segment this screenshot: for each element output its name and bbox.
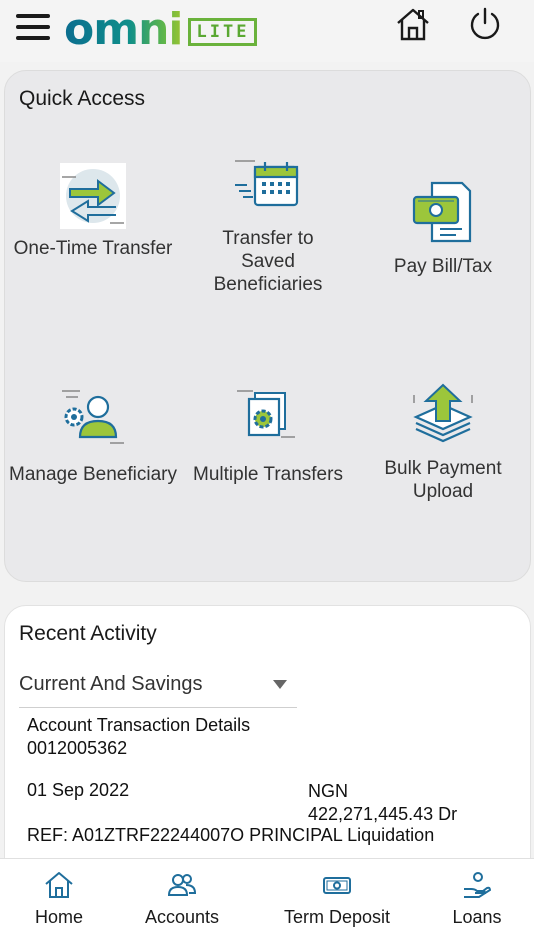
quick-access-title: Quick Access xyxy=(19,87,146,110)
dropdown-caret-icon xyxy=(273,680,287,689)
pay-bill-tile[interactable]: Pay Bill/Tax xyxy=(358,179,528,278)
one-time-transfer-tile[interactable]: One-Time Transfer xyxy=(8,161,178,260)
transaction-reference: REF: A01ZTRF22244007O PRINCIPAL Liquidat… xyxy=(27,825,435,845)
user-gear-icon xyxy=(62,390,124,444)
nav-home[interactable]: Home xyxy=(30,869,88,928)
quick-access-label: Bulk Payment Upload xyxy=(384,458,502,502)
bulk-payment-upload-tile[interactable]: Bulk Payment Upload xyxy=(358,381,528,503)
brand-logo: omni LITE xyxy=(64,2,258,58)
home-icon xyxy=(45,872,73,898)
manage-beneficiary-tile[interactable]: Manage Beneficiary xyxy=(8,387,178,486)
document-gear-icon xyxy=(237,390,295,438)
nav-label: Term Deposit xyxy=(283,907,391,927)
transaction-amount: NGN 422,271,445.43 Dr xyxy=(308,780,457,826)
account-number: 0012005362 xyxy=(27,738,128,758)
brand-badge: LITE xyxy=(188,18,258,46)
quick-access-label: Pay Bill/Tax xyxy=(393,256,493,277)
transfer-arrows-icon xyxy=(60,163,126,229)
quick-access-label: Multiple Transfers xyxy=(193,464,343,485)
term-deposit-icon xyxy=(323,877,351,894)
quick-access-label: Manage Beneficiary xyxy=(9,464,177,485)
nav-term-deposit[interactable]: Term Deposit xyxy=(276,869,398,928)
transaction-currency: NGN xyxy=(308,781,348,801)
transaction-date: 01 Sep 2022 xyxy=(27,780,130,800)
loans-icon xyxy=(464,872,492,898)
accounts-icon xyxy=(167,874,197,896)
quick-access-card: Quick Access One-Time Transfer Transfer … xyxy=(4,70,531,582)
nav-label: Loans xyxy=(452,907,502,927)
recent-activity-card: Recent Activity Current And Savings Acco… xyxy=(4,605,531,875)
nav-label: Accounts xyxy=(144,907,220,927)
bill-icon xyxy=(412,181,472,243)
bottom-navigation: Home Accounts Term Deposit Loans xyxy=(0,858,534,950)
app-header: omni LITE xyxy=(0,0,534,62)
brand-name: omni xyxy=(64,4,183,55)
calendar-transfer-icon xyxy=(235,160,299,207)
account-type-select[interactable]: Current And Savings xyxy=(19,662,297,708)
recent-activity-title: Recent Activity xyxy=(19,622,157,645)
quick-access-label: Transfer to Saved Beneficiaries xyxy=(213,228,323,295)
nav-accounts[interactable]: Accounts xyxy=(138,869,226,928)
home-icon[interactable] xyxy=(395,6,431,42)
account-type-value: Current And Savings xyxy=(19,673,203,695)
nav-label: Home xyxy=(34,907,83,927)
quick-access-label: One-Time Transfer xyxy=(13,238,173,259)
nav-loans[interactable]: Loans xyxy=(446,869,508,928)
upload-stack-icon xyxy=(413,383,473,443)
power-icon[interactable] xyxy=(467,6,503,42)
transaction-value: 422,271,445.43 Dr xyxy=(308,804,458,824)
multiple-transfers-tile[interactable]: Multiple Transfers xyxy=(183,387,353,486)
details-label: Account Transaction Details xyxy=(27,715,251,735)
saved-beneficiaries-tile[interactable]: Transfer to Saved Beneficiaries xyxy=(183,155,353,296)
transaction-details: Account Transaction Details 0012005362 xyxy=(27,714,250,760)
menu-icon[interactable] xyxy=(16,14,50,44)
